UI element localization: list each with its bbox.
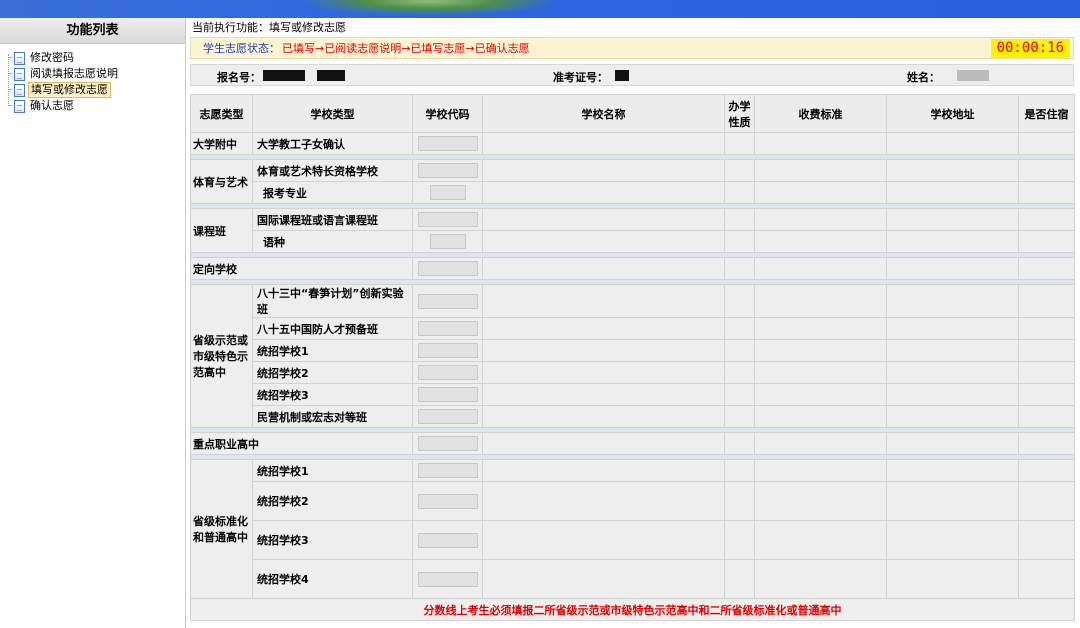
table-row: 课程班 国际课程班或语言课程班 <box>190 208 1075 253</box>
category-label: 定向学校 <box>190 257 413 280</box>
school-code-input[interactable] <box>417 571 478 587</box>
school-type-label: 民营机制或宏志对等班 <box>252 405 413 428</box>
top-banner <box>0 0 1080 18</box>
school-code-input[interactable] <box>417 321 478 336</box>
table-row: 统招学校2 <box>191 361 1075 384</box>
redacted-reg-no-2 <box>317 70 345 81</box>
sidebar-item-label: 阅读填报志愿说明 <box>30 67 118 80</box>
school-type-label: 统招学校4 <box>252 559 413 599</box>
category-label: 省级标准化和普通高中 <box>190 459 253 599</box>
school-code-input[interactable] <box>417 212 478 227</box>
document-icon <box>14 99 25 113</box>
category-label: 课程班 <box>190 208 253 253</box>
school-code-input[interactable] <box>417 136 478 151</box>
sidebar-item-read-instructions[interactable]: 阅读填报志愿说明 <box>6 66 185 82</box>
school-code-input[interactable] <box>417 436 478 451</box>
application-table: 志愿类型 学校类型 学校代码 学校名称 办学性质 收费标准 学校地址 是否住宿 … <box>190 94 1075 621</box>
col-header-address: 学校地址 <box>886 94 1019 133</box>
school-code-input[interactable] <box>417 409 478 424</box>
table-row: 八十五中国防人才预备班 <box>191 317 1075 340</box>
school-code-input[interactable] <box>417 261 478 276</box>
school-type-label: 统招学校3 <box>252 520 413 560</box>
sidebar-item-change-password[interactable]: 修改密码 <box>6 50 185 66</box>
table-row: 分数线上考生必须填报二所省级示范或市级特色示范高中和二所省级标准化或普通高中 <box>190 598 1075 621</box>
col-header-school-code: 学校代码 <box>412 94 483 133</box>
school-code-input[interactable] <box>417 387 478 402</box>
reg-no-label: 报名号： <box>217 71 261 84</box>
table-row: 统招学校1 <box>191 339 1075 362</box>
table-row: 体育与艺术 体育或艺术特长资格学校 <box>190 159 1075 204</box>
table-row: 统招学校3 <box>191 383 1075 406</box>
category-label: 省级示范或市级特色示范高中 <box>190 284 253 428</box>
school-code-input[interactable] <box>417 365 478 380</box>
school-type-label: 八十五中国防人才预备班 <box>252 317 413 340</box>
redacted-name <box>957 70 989 81</box>
school-code-input[interactable] <box>417 463 478 478</box>
sidebar-item-confirm-application[interactable]: 确认志愿 <box>6 98 185 114</box>
document-icon <box>14 83 25 97</box>
school-type-label: 语种 <box>252 230 413 253</box>
major-select[interactable] <box>429 185 466 200</box>
student-info-row: 报名号： 准考证号： 姓名： <box>190 64 1074 86</box>
sidebar: 功能列表 修改密码 阅读填报志愿说明 填写或修改志愿 确认志愿 <box>0 18 186 628</box>
banner-logo-art <box>300 0 560 16</box>
table-row: 语种 <box>191 230 1075 253</box>
school-type-label: 大学教工子女确认 <box>252 132 413 155</box>
table-header-row: 志愿类型 学校类型 学校代码 学校名称 办学性质 收费标准 学校地址 是否住宿 <box>190 94 1075 133</box>
countdown-timer: 00:00:16 <box>990 39 1070 58</box>
sidebar-item-label: 修改密码 <box>30 51 74 64</box>
requirement-note: 分数线上考生必须填报二所省级示范或市级特色示范高中和二所省级标准化或普通高中 <box>190 598 1075 621</box>
table-row: 统招学校3 <box>191 520 1075 560</box>
table-row: 定向学校 <box>190 257 1075 280</box>
school-code-input[interactable] <box>417 293 478 309</box>
name-label: 姓名： <box>907 71 940 84</box>
status-bar: 学生志愿状态： 已填写→已阅读志愿说明→已填写志愿→已确认志愿 00:00:16 <box>190 37 1074 59</box>
table-row: 统招学校4 <box>191 559 1075 599</box>
document-icon <box>14 67 25 81</box>
school-code-input[interactable] <box>417 343 478 358</box>
status-label: 学生志愿状态： <box>203 42 280 55</box>
table-row: 报考专业 <box>191 181 1075 204</box>
school-type-label: 统招学校2 <box>252 361 413 384</box>
exam-no-label: 准考证号： <box>553 71 608 84</box>
school-type-label: 报考专业 <box>252 181 413 204</box>
school-code-input[interactable] <box>417 532 478 548</box>
category-label: 重点职业高中 <box>190 432 413 455</box>
sidebar-item-fill-application[interactable]: 填写或修改志愿 <box>6 82 185 98</box>
school-type-label: 统招学校2 <box>252 481 413 521</box>
sidebar-item-label: 填写或修改志愿 <box>28 82 111 98</box>
language-select[interactable] <box>429 234 466 249</box>
school-code-input[interactable] <box>417 163 478 178</box>
category-label: 大学附中 <box>190 132 253 155</box>
table-row: 重点职业高中 <box>190 432 1075 455</box>
document-icon <box>14 51 25 65</box>
col-header-school-type: 学校类型 <box>252 94 413 133</box>
school-code-input[interactable] <box>417 493 478 509</box>
redacted-exam-no <box>615 70 629 81</box>
function-tree: 修改密码 阅读填报志愿说明 填写或修改志愿 确认志愿 <box>0 44 185 114</box>
current-function-label: 当前执行功能：填写或修改志愿 <box>192 21 346 34</box>
sidebar-title: 功能列表 <box>0 18 185 44</box>
school-type-label: 八十三中“春笋计划”创新实验班 <box>252 284 413 318</box>
col-header-boarding: 是否住宿 <box>1018 94 1075 133</box>
table-row: 省级示范或市级特色示范高中 八十三中“春笋计划”创新实验班 <box>190 284 1075 428</box>
table-row: 统招学校2 <box>191 481 1075 521</box>
school-type-label: 统招学校3 <box>252 383 413 406</box>
school-type-label: 统招学校1 <box>252 459 413 482</box>
school-type-label: 体育或艺术特长资格学校 <box>252 159 413 182</box>
col-header-type: 志愿类型 <box>190 94 253 133</box>
table-row: 大学附中 大学教工子女确认 <box>190 132 1075 155</box>
school-type-label: 统招学校1 <box>252 339 413 362</box>
category-label: 体育与艺术 <box>190 159 253 204</box>
main-panel: 当前执行功能：填写或修改志愿 学生志愿状态： 已填写→已阅读志愿说明→已填写志愿… <box>190 18 1075 628</box>
school-type-label: 国际课程班或语言课程班 <box>252 208 413 231</box>
col-header-fee: 收费标准 <box>754 94 887 133</box>
col-header-school-name: 学校名称 <box>482 94 725 133</box>
sidebar-item-label: 确认志愿 <box>30 99 74 112</box>
status-value: 已填写→已阅读志愿说明→已填写志愿→已确认志愿 <box>282 42 530 55</box>
table-row: 民营机制或宏志对等班 <box>191 405 1075 428</box>
col-header-nature: 办学性质 <box>724 94 755 133</box>
table-row: 省级标准化和普通高中 统招学校1 <box>190 459 1075 599</box>
redacted-reg-no <box>263 70 305 81</box>
